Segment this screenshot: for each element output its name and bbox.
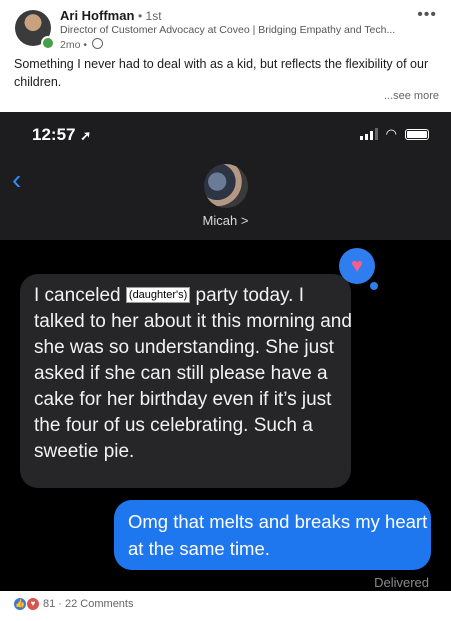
like-reaction-icon: 👍 [14,598,26,610]
love-reaction-icon: ♥ [27,598,39,610]
messages-screenshot-image[interactable]: 12:57 ➚ ◠ ‹ Micah > I canceled (daughter… [0,112,451,591]
globe-icon [91,38,103,49]
contact-name: Micah > [202,213,249,228]
contact-avatar [204,164,248,208]
author-name[interactable]: Ari Hoffman • 1st [60,8,162,23]
incoming-text-end: party today. I talked to her about it th… [34,285,352,462]
post-text: Something I never had to deal with as a … [14,57,429,89]
connection-degree: • 1st [138,9,162,23]
redaction-tag: (daughter's) [125,287,191,303]
status-icons: ◠ [359,126,429,142]
cellular-signal-icon [359,128,378,140]
incoming-message-text: I canceled (daughter's) party today. I t… [34,282,352,465]
more-options-icon[interactable]: ••• [417,6,437,24]
post-header: Ari Hoffman • 1st Director of Customer A… [0,0,451,52]
messages-header: 12:57 ➚ ◠ ‹ Micah > [0,112,451,240]
heart-reaction-icon: ♥ [339,248,375,284]
author-name-text[interactable]: Ari Hoffman [60,8,134,23]
battery-icon [405,128,429,140]
status-time: 12:57 ➚ [32,125,91,145]
reaction-tail [370,282,378,290]
reaction-comment-count[interactable]: 81 · 22 Comments [43,598,133,610]
outgoing-message-text: Omg that melts and breaks my heart at th… [128,511,428,559]
incoming-text-start: I canceled [34,285,121,306]
status-time-text: 12:57 [32,125,76,144]
see-more-link[interactable]: ...see more [384,90,439,102]
wifi-icon: ◠ [385,126,397,141]
post-meta: 2mo • [60,38,103,51]
social-counts[interactable]: 👍 ♥ 81 · 22 Comments [14,598,133,610]
back-chevron-icon: ‹ [12,164,22,195]
author-headline: Director of Customer Advocacy at Coveo |… [60,24,396,36]
post-time: 2mo • [60,39,88,51]
online-status-dot [41,36,55,50]
delivered-status: Delivered [374,575,429,590]
location-arrow-icon: ➚ [80,128,92,143]
